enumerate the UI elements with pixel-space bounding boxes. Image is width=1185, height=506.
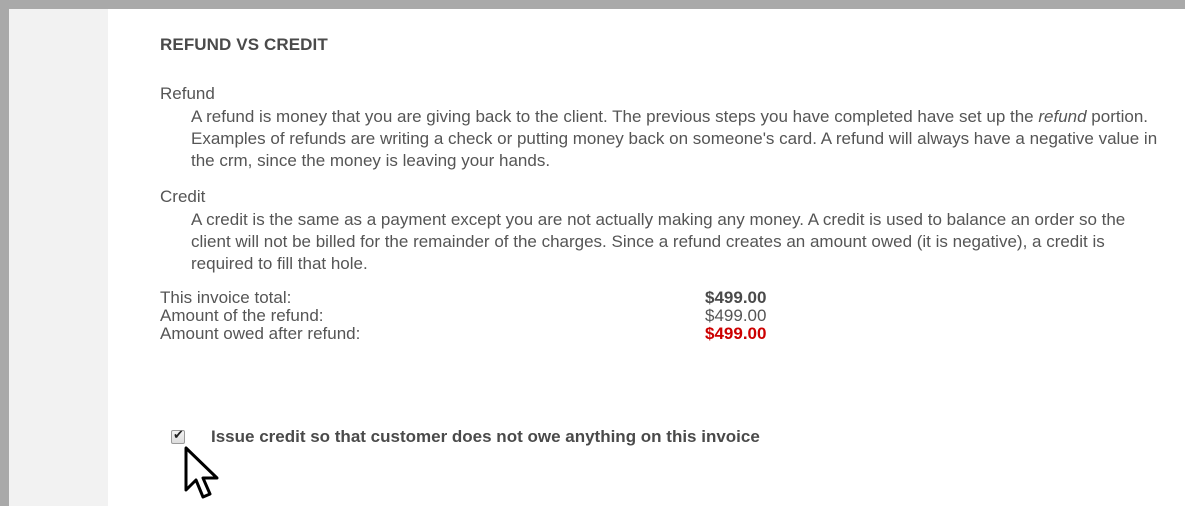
issue-credit-checkbox[interactable]: ✔	[171, 427, 185, 444]
issue-credit-row[interactable]: ✔ Issue credit so that customer does not…	[160, 427, 760, 447]
refund-definition-text-1: A refund is money that you are giving ba…	[191, 107, 1039, 126]
credit-definition: A credit is the same as a payment except…	[191, 210, 1126, 273]
invoice-summary: This invoice total: $499.00 Amount of th…	[160, 289, 1170, 343]
invoice-total-value: $499.00	[705, 288, 767, 307]
refund-amount-label: Amount of the refund:	[160, 306, 324, 325]
refund-definition-emphasis: refund	[1038, 107, 1087, 126]
refund-vs-credit-section: REFUND VS CREDIT Refund A refund is mone…	[160, 35, 1170, 343]
summary-row-owed-after: Amount owed after refund: $499.00	[160, 325, 1170, 343]
checkmark-icon: ✔	[173, 427, 184, 442]
mouse-pointer-icon	[184, 446, 219, 499]
owed-after-value: $499.00	[705, 324, 767, 343]
invoice-total-label: This invoice total:	[160, 288, 292, 307]
summary-row-refund-amount: Amount of the refund: $499.00	[160, 307, 1170, 325]
summary-row-invoice-total: This invoice total: $499.00	[160, 289, 1170, 307]
refund-definition: A refund is money that you are giving ba…	[191, 106, 1161, 172]
left-gutter	[9, 9, 108, 506]
section-heading: REFUND VS CREDIT	[160, 35, 328, 54]
credit-term: Credit	[160, 187, 206, 206]
refund-term: Refund	[160, 84, 215, 103]
issue-credit-label[interactable]: Issue credit so that customer does not o…	[211, 427, 760, 447]
owed-after-label: Amount owed after refund:	[160, 324, 361, 343]
refund-amount-value: $499.00	[705, 306, 767, 325]
